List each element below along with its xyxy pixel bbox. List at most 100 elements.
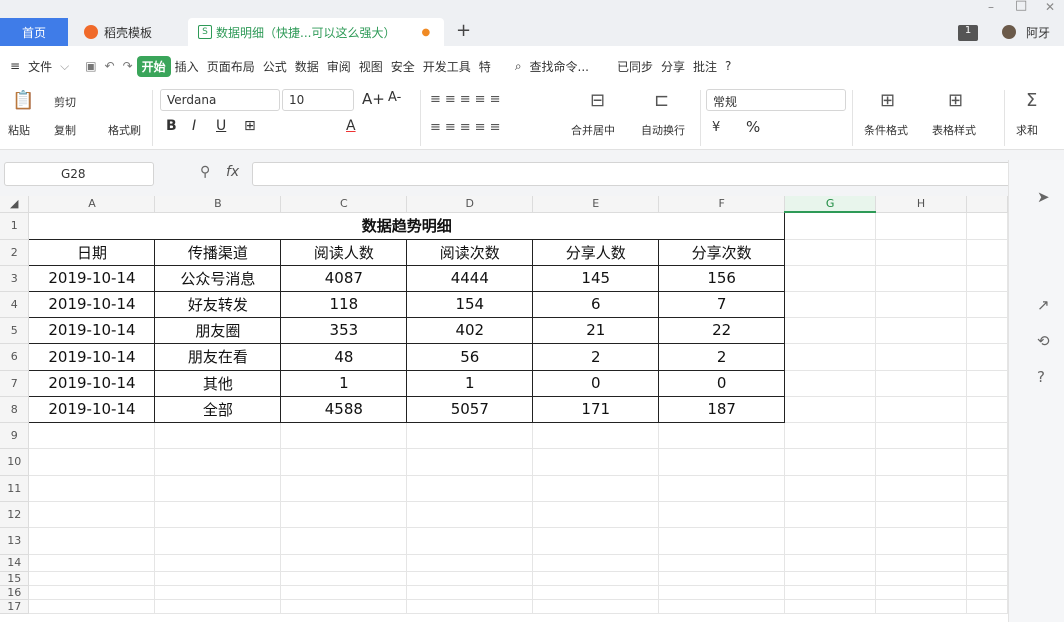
- cell[interactable]: [406, 527, 534, 555]
- row-header[interactable]: 3: [0, 265, 30, 292]
- cell[interactable]: [28, 554, 156, 572]
- cell[interactable]: [966, 212, 1008, 240]
- decrease-font-button[interactable]: A-: [388, 90, 401, 105]
- menu-data[interactable]: 数据: [291, 58, 323, 75]
- cell[interactable]: [658, 475, 786, 502]
- cell[interactable]: [784, 212, 877, 240]
- cut-button[interactable]: 剪切: [54, 94, 76, 110]
- data-cell[interactable]: 21: [532, 316, 660, 344]
- menu-security[interactable]: 安全: [387, 58, 419, 75]
- data-cell[interactable]: 2019-10-14: [28, 264, 156, 292]
- sum-button[interactable]: 求和: [1016, 122, 1038, 138]
- cell[interactable]: [280, 554, 408, 572]
- menu-start[interactable]: 开始: [136, 55, 171, 77]
- cell[interactable]: [406, 554, 534, 572]
- share-icon[interactable]: ↗: [1037, 296, 1050, 314]
- row-header[interactable]: 17: [0, 599, 30, 614]
- cell[interactable]: [28, 599, 156, 614]
- data-cell[interactable]: 4588: [280, 395, 408, 423]
- copy-button[interactable]: 复制: [54, 122, 76, 138]
- data-cell[interactable]: 156: [658, 264, 786, 292]
- cell[interactable]: [784, 317, 877, 344]
- row-header[interactable]: 9: [0, 422, 30, 449]
- menu-formula[interactable]: 公式: [259, 58, 291, 75]
- tab-templates[interactable]: 稻壳模板: [70, 18, 182, 46]
- cell[interactable]: [966, 599, 1008, 614]
- cell[interactable]: [966, 554, 1008, 572]
- cell[interactable]: [966, 370, 1008, 397]
- user-name[interactable]: 阿牙: [1026, 24, 1050, 41]
- cell[interactable]: [966, 265, 1008, 292]
- row-header[interactable]: 1: [0, 212, 30, 240]
- bold-button[interactable]: B: [166, 118, 177, 134]
- data-cell[interactable]: 2: [658, 342, 786, 371]
- data-cell[interactable]: 1: [406, 369, 534, 397]
- cell[interactable]: [784, 585, 877, 600]
- cell[interactable]: [875, 212, 967, 240]
- cell[interactable]: [966, 475, 1008, 502]
- select-all-corner[interactable]: ◢: [0, 196, 30, 213]
- data-cell[interactable]: 2019-10-14: [28, 395, 156, 423]
- data-cell[interactable]: 154: [406, 290, 534, 318]
- cursor-icon[interactable]: ➤: [1037, 188, 1050, 206]
- row-header[interactable]: 10: [0, 448, 30, 476]
- cell[interactable]: [28, 571, 156, 586]
- cell[interactable]: [406, 585, 534, 600]
- cell[interactable]: [658, 527, 786, 555]
- data-cell[interactable]: 22: [658, 316, 786, 344]
- cell[interactable]: [658, 501, 786, 528]
- cell[interactable]: [532, 571, 660, 586]
- header-cell[interactable]: 阅读次数: [406, 238, 534, 266]
- cell[interactable]: [154, 501, 282, 528]
- cell[interactable]: [532, 422, 660, 449]
- cell[interactable]: [280, 422, 408, 449]
- number-format-select[interactable]: 常规: [706, 89, 846, 111]
- cell[interactable]: [280, 599, 408, 614]
- data-cell[interactable]: 2019-10-14: [28, 290, 156, 318]
- cell[interactable]: [532, 475, 660, 502]
- menu-file[interactable]: 文件: [24, 58, 56, 75]
- cell[interactable]: [658, 571, 786, 586]
- maximize-button[interactable]: □: [1015, 0, 1027, 13]
- data-cell[interactable]: 171: [532, 395, 660, 423]
- data-cell[interactable]: 353: [280, 316, 408, 344]
- col-header-a[interactable]: A: [28, 196, 156, 213]
- font-family-select[interactable]: Verdana: [160, 89, 280, 111]
- cell[interactable]: [280, 585, 408, 600]
- cell[interactable]: [28, 527, 156, 555]
- data-cell[interactable]: 2019-10-14: [28, 342, 156, 371]
- font-size-select[interactable]: 10: [282, 89, 354, 111]
- cell[interactable]: [784, 396, 877, 423]
- cell[interactable]: [875, 448, 967, 476]
- cell[interactable]: [658, 422, 786, 449]
- cell[interactable]: [532, 448, 660, 476]
- cell[interactable]: [784, 448, 877, 476]
- cell[interactable]: [658, 599, 786, 614]
- cell[interactable]: [784, 370, 877, 397]
- merge-center-icon[interactable]: ⊟: [590, 90, 605, 111]
- tab-document[interactable]: S 数据明细（快捷...可以这么强大） ●: [188, 18, 444, 46]
- italic-button[interactable]: I: [192, 118, 196, 134]
- cell[interactable]: [28, 501, 156, 528]
- close-button[interactable]: ✕: [1045, 0, 1055, 14]
- undo-icon[interactable]: ↶: [101, 59, 119, 73]
- data-cell[interactable]: 朋友圈: [154, 316, 282, 344]
- row-header[interactable]: 4: [0, 291, 30, 318]
- cell[interactable]: [28, 422, 156, 449]
- data-cell[interactable]: 0: [532, 369, 660, 397]
- cell[interactable]: [875, 370, 967, 397]
- data-cell[interactable]: 0: [658, 369, 786, 397]
- header-cell[interactable]: 传播渠道: [154, 238, 282, 266]
- cell[interactable]: [966, 422, 1008, 449]
- cell[interactable]: [280, 527, 408, 555]
- cell[interactable]: [280, 501, 408, 528]
- data-cell[interactable]: 全部: [154, 395, 282, 423]
- cell[interactable]: [154, 448, 282, 476]
- cell[interactable]: [406, 475, 534, 502]
- cell[interactable]: [875, 291, 967, 318]
- cell[interactable]: [28, 475, 156, 502]
- cell[interactable]: [784, 554, 877, 572]
- cell[interactable]: [406, 448, 534, 476]
- redo-icon[interactable]: ↷: [119, 59, 137, 73]
- cell[interactable]: [875, 317, 967, 344]
